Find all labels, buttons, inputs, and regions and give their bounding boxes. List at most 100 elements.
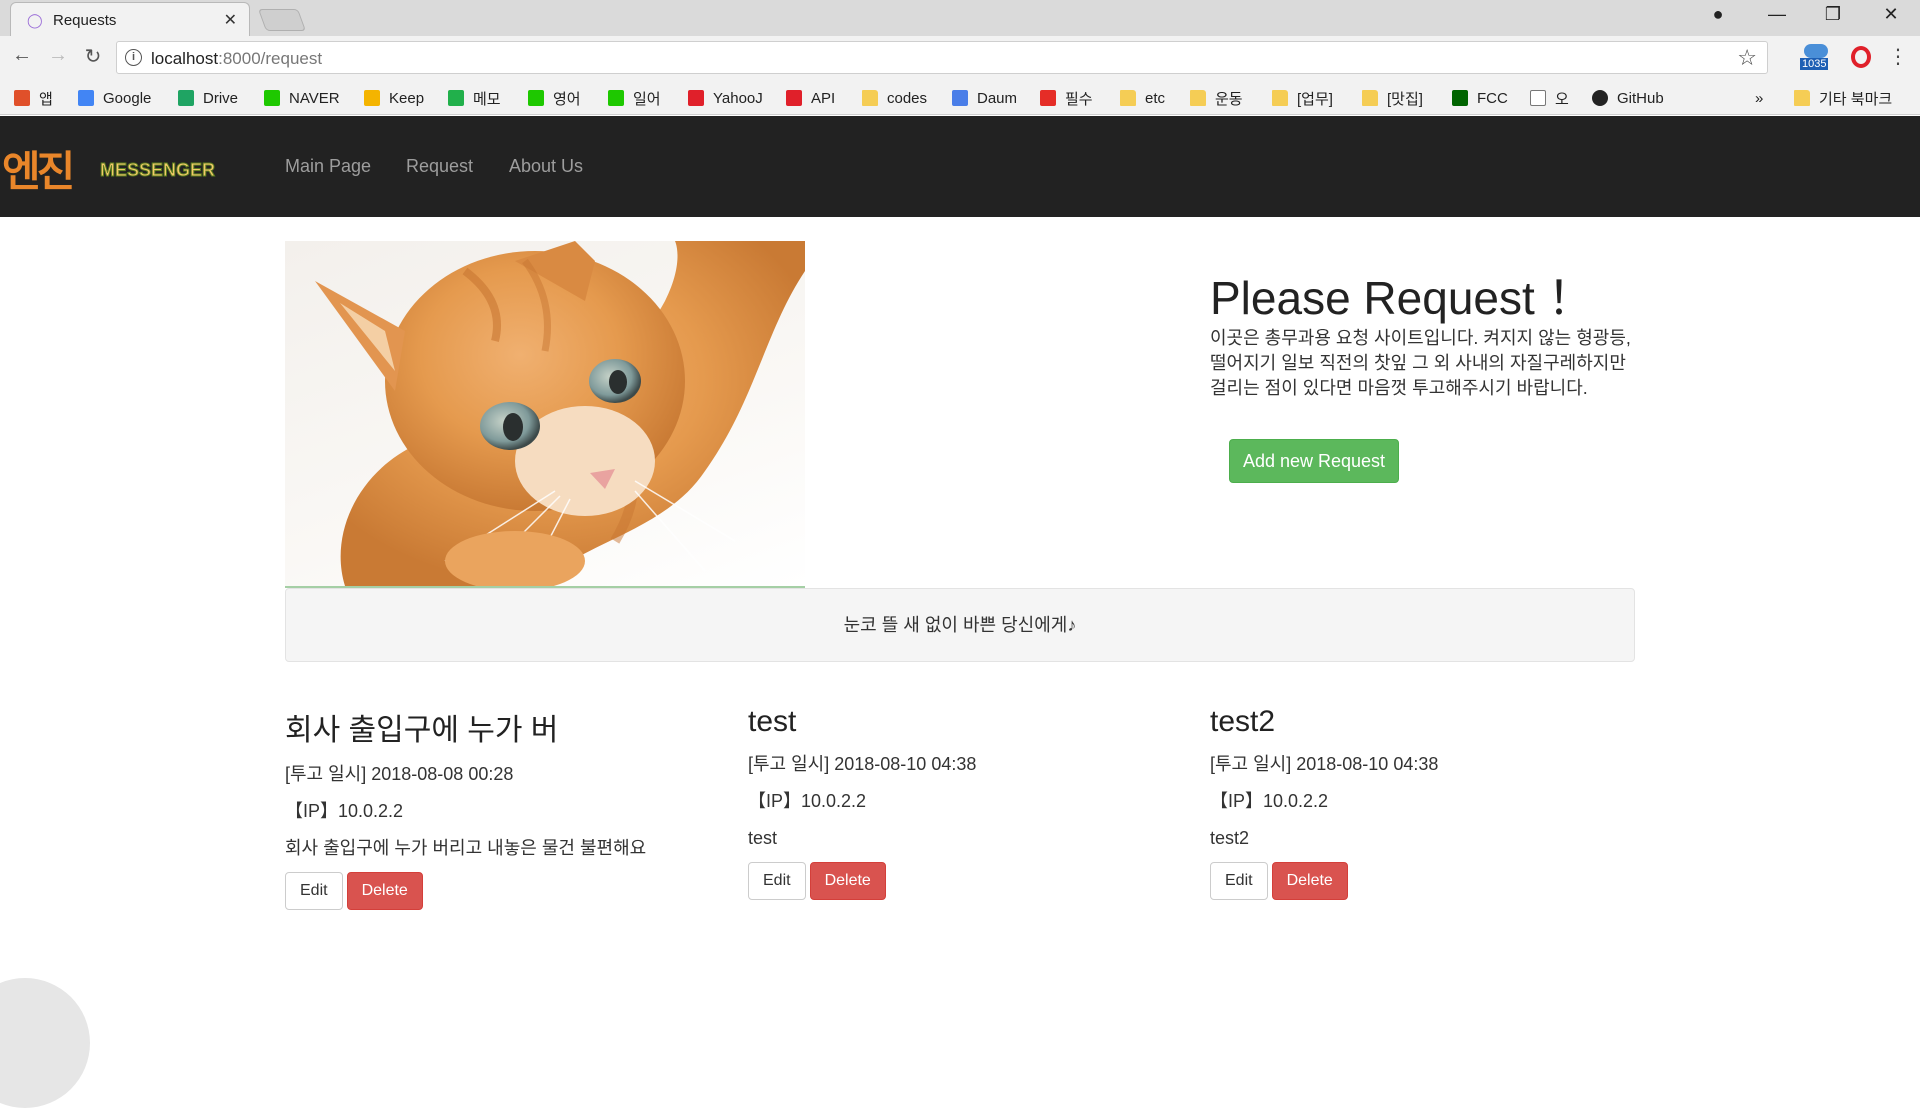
delete-button[interactable]: Delete <box>809 862 886 900</box>
request-ip: 【IP】10.0.2.2 <box>1210 791 1329 811</box>
folder-icon <box>1120 90 1136 106</box>
bookmarks-overflow-button[interactable]: » <box>1755 87 1763 109</box>
bookmark-label: API <box>811 89 836 107</box>
edit-button[interactable]: Edit <box>285 872 343 910</box>
menu-icon[interactable]: ⋮ <box>1888 44 1908 69</box>
brand-logo[interactable]: 엔진 MESSENGER <box>0 138 216 196</box>
request-posted-at: [투고 일시] 2018-08-10 04:38 <box>748 754 977 774</box>
fcc-icon <box>1452 90 1468 106</box>
minimize-icon[interactable]: — <box>1762 4 1792 25</box>
bookmark-20[interactable]: GitHub <box>1592 87 1664 109</box>
request-ip: 【IP】10.0.2.2 <box>748 791 867 811</box>
bookmarks-bar: 앱 Google Drive NAVER Keep 메모 영어 일어 YahooJ API code… <box>0 80 1920 115</box>
bookmark-label: Google <box>103 89 152 107</box>
keep-icon <box>364 90 380 106</box>
tab-title: Requests <box>53 12 117 29</box>
api-icon <box>786 90 802 106</box>
request-title: 회사 출입구에 누가 버 <box>285 714 559 747</box>
bookmark-17[interactable]: [맛집] <box>1362 87 1423 109</box>
request-body: 회사 출입구에 누가 버리고 내놓은 물건 불편해요 <box>285 838 647 858</box>
browser-toolbar: ← → ↻ i localhost:8000/request ☆ 1035 ⋮ <box>0 36 1920 80</box>
bookmark-1[interactable]: 앱 <box>14 87 53 109</box>
request-card: 회사 출입구에 누가 버 [투고 일시] 2018-08-08 00:28 【I… <box>285 705 725 910</box>
edit-button[interactable]: Edit <box>748 862 806 900</box>
bookmark-19[interactable]: 오 <box>1530 87 1569 109</box>
bookmark-label: YahooJ <box>713 89 763 107</box>
close-tab-icon[interactable]: ✕ <box>224 10 237 30</box>
hero-description: 이곳은 총무과용 요청 사이트입니다. 켜지지 않는 형광등, 떨어지기 일보 … <box>1210 328 1631 398</box>
bookmark-4[interactable]: NAVER <box>264 87 340 109</box>
reload-icon[interactable]: ↻ <box>79 44 107 69</box>
bookmark-14[interactable]: etc <box>1120 87 1165 109</box>
restore-icon[interactable]: ❐ <box>1818 4 1848 25</box>
bookmark-3[interactable]: Drive <box>178 87 238 109</box>
folder-icon <box>1794 90 1810 106</box>
nav-main-page[interactable]: Main Page <box>285 156 371 177</box>
request-card: test [투고 일시] 2018-08-10 04:38 【IP】10.0.2… <box>748 705 1188 900</box>
drive-icon <box>178 90 194 106</box>
edit-button[interactable]: Edit <box>1210 862 1268 900</box>
bookmark-2[interactable]: Google <box>78 87 151 109</box>
other-bookmarks-folder[interactable]: 기타 북마크 <box>1794 87 1892 109</box>
bookmark-16[interactable]: [업무] <box>1272 87 1333 109</box>
bookmark-11[interactable]: codes <box>862 87 927 109</box>
apps-grid-icon <box>14 90 30 106</box>
google-icon <box>78 90 94 106</box>
bookmark-label: Keep <box>389 89 425 107</box>
bookmark-10[interactable]: API <box>786 87 835 109</box>
info-icon[interactable]: i <box>125 49 142 66</box>
bookmark-label: [맛집] <box>1387 90 1423 108</box>
folder-icon <box>862 90 878 106</box>
back-icon[interactable]: ← <box>8 44 36 67</box>
page-title: Please Request ！ <box>1210 272 1594 324</box>
bookmark-label: codes <box>887 89 928 107</box>
address-bar[interactable]: i localhost:8000/request ☆ <box>116 41 1768 74</box>
bookmark-6[interactable]: 메모 <box>448 87 501 109</box>
delete-button[interactable]: Delete <box>346 872 423 910</box>
opera-extension-icon[interactable] <box>1851 46 1871 68</box>
request-title: test <box>748 705 797 738</box>
close-window-icon[interactable]: ✕ <box>1876 4 1906 25</box>
bookmark-label: GitHub <box>1617 89 1664 107</box>
memo-icon <box>448 90 464 106</box>
forward-icon[interactable]: → <box>44 44 72 67</box>
folder-icon <box>1190 90 1206 106</box>
bookmark-7[interactable]: 영어 <box>528 87 581 109</box>
brand-word: MESSENGER <box>99 160 216 181</box>
bookmark-label: 오 <box>1555 90 1569 108</box>
bookmark-15[interactable]: 운동 <box>1190 87 1243 109</box>
nav-about-us[interactable]: About Us <box>509 156 583 177</box>
delete-button[interactable]: Delete <box>1271 862 1348 900</box>
bookmark-label: 앱 <box>39 90 53 108</box>
bookmark-5[interactable]: Keep <box>364 87 424 109</box>
browser-tab[interactable]: ◯ Requests ✕ <box>10 2 250 36</box>
folder-icon <box>1272 90 1288 106</box>
profile-icon[interactable]: ● <box>1703 4 1733 25</box>
extension-badge: 1035 <box>1800 58 1829 70</box>
request-posted-at: [투고 일시] 2018-08-10 04:38 <box>1210 754 1439 774</box>
nav-request[interactable]: Request <box>406 156 473 177</box>
youtube-icon <box>1040 90 1056 106</box>
bookmark-9[interactable]: YahooJ <box>688 87 763 109</box>
brand-mark: 엔진 <box>2 147 75 196</box>
bookmark-label: 필수 <box>1065 90 1093 108</box>
bookmark-18[interactable]: FCC <box>1452 87 1508 109</box>
dict-icon <box>528 90 544 106</box>
bookmark-label: etc <box>1145 89 1166 107</box>
bookmark-label: NAVER <box>289 89 340 107</box>
weather-extension-icon[interactable]: 1035 <box>1800 44 1832 72</box>
tagline-well: 눈코 뜰 새 없이 바쁜 당신에게♪ <box>285 588 1635 662</box>
new-tab-button[interactable] <box>257 9 307 31</box>
kitten-image <box>285 241 805 586</box>
naver-icon <box>264 90 280 106</box>
bookmark-star-icon[interactable]: ☆ <box>1737 45 1757 71</box>
request-title: test2 <box>1210 705 1276 738</box>
dict-icon <box>608 90 624 106</box>
bookmark-8[interactable]: 일어 <box>608 87 661 109</box>
browser-tabstrip: ◯ Requests ✕ ● — ❐ ✕ <box>0 0 1920 36</box>
bookmark-13[interactable]: 필수 <box>1040 87 1093 109</box>
bookmark-12[interactable]: Daum <box>952 87 1017 109</box>
add-new-request-button[interactable]: Add new Request <box>1229 439 1399 483</box>
github-icon <box>1592 90 1608 106</box>
yahoo-icon <box>688 90 704 106</box>
